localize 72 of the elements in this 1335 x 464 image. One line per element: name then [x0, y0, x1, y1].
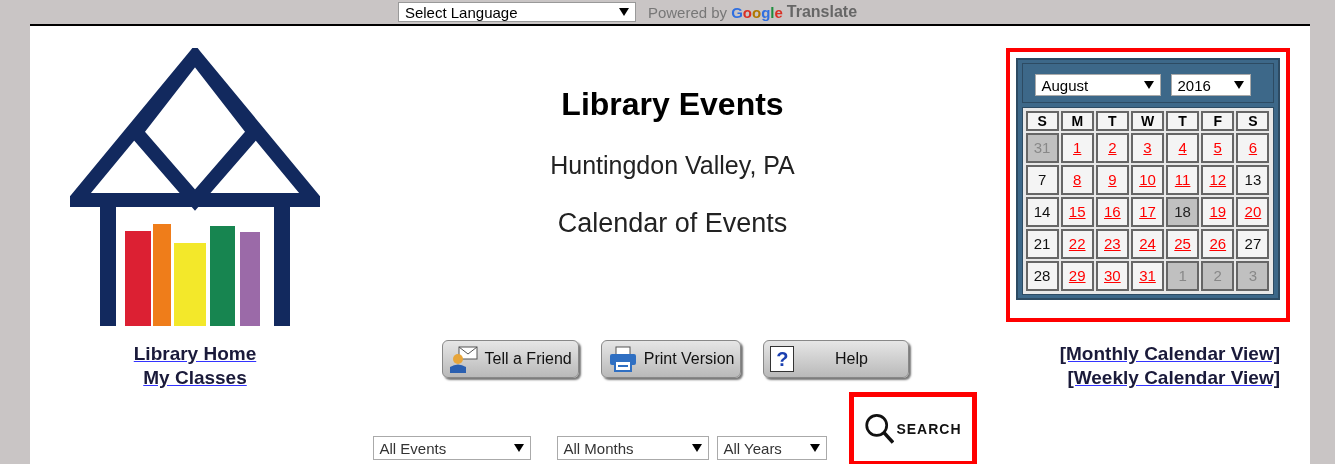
calendar-view-link[interactable]: [Weekly Calendar View]: [1067, 366, 1280, 390]
calendar-day: 3: [1236, 261, 1270, 291]
calendar-day-link[interactable]: 9: [1095, 165, 1129, 195]
page-title: Library Events: [561, 86, 784, 123]
calendar-day: 27: [1236, 229, 1270, 259]
search-button[interactable]: SEARCH: [848, 392, 977, 464]
help-button[interactable]: ? Help: [763, 340, 910, 378]
email-button[interactable]: Tell a Friend: [441, 340, 579, 378]
calendar-day-link[interactable]: 5: [1201, 133, 1235, 163]
calendar-day-link[interactable]: 12: [1201, 165, 1235, 195]
calendar-day: 1: [1166, 261, 1200, 291]
calendar-day-link[interactable]: 2: [1095, 133, 1129, 163]
brand-name: Google: [731, 3, 783, 21]
calendar-day-link[interactable]: 16: [1095, 197, 1129, 227]
filter-select[interactable]: All Events: [372, 436, 531, 460]
powered-by-text: Powered by: [647, 3, 728, 21]
weekday-header: S: [1025, 111, 1059, 131]
calendar-day: 14: [1025, 197, 1059, 227]
calendar-day: 21: [1025, 229, 1059, 259]
dropdown-caret-icon: [513, 444, 524, 452]
calendar-day-link[interactable]: 19: [1201, 197, 1235, 227]
calendar-day-link[interactable]: 23: [1095, 229, 1129, 259]
year-select[interactable]: 2016: [1170, 74, 1251, 96]
calendar-day-link[interactable]: 24: [1130, 229, 1165, 259]
month-select[interactable]: August: [1034, 74, 1161, 96]
help-icon: ?: [770, 346, 795, 372]
calendar-day: 18: [1166, 197, 1200, 227]
dropdown-caret-icon: [1233, 81, 1244, 89]
calendar-day: 13: [1236, 165, 1270, 195]
printer-icon: [607, 345, 638, 373]
nav-link[interactable]: My Classes: [143, 366, 247, 390]
calendar-day-link[interactable]: 1: [1060, 133, 1094, 163]
envelope-person-icon: [448, 345, 479, 373]
dropdown-caret-icon: [618, 8, 629, 16]
weekday-header: F: [1201, 111, 1235, 131]
calendar-day-link[interactable]: 11: [1166, 165, 1200, 195]
weekday-header: W: [1130, 111, 1165, 131]
page-subtitle: Calendar of Events: [557, 208, 788, 239]
calendar-day-link[interactable]: 25: [1166, 229, 1200, 259]
filter-select[interactable]: All Months: [556, 436, 709, 460]
calendar-view-link[interactable]: [Monthly Calendar View]: [1059, 342, 1280, 366]
translate-text: Translate: [786, 3, 858, 21]
location-text: Huntingdon Valley, PA: [550, 151, 795, 180]
calendar-day: 2: [1201, 261, 1235, 291]
calendar-day-link[interactable]: 10: [1130, 165, 1165, 195]
calendar-day-link[interactable]: 8: [1060, 165, 1094, 195]
weekday-header: M: [1060, 111, 1094, 131]
calendar-day: 31: [1025, 133, 1059, 163]
weekday-header: T: [1166, 111, 1200, 131]
filter-select[interactable]: All Years: [716, 436, 827, 460]
calendar-day: 7: [1025, 165, 1059, 195]
search-icon: [863, 411, 895, 447]
dropdown-caret-icon: [1143, 81, 1154, 89]
calendar-day-link[interactable]: 22: [1060, 229, 1094, 259]
print-button[interactable]: Print Version: [600, 340, 742, 378]
weekday-header: S: [1236, 111, 1270, 131]
weekday-header: T: [1095, 111, 1129, 131]
dropdown-caret-icon: [691, 444, 702, 452]
nav-link[interactable]: Library Home: [133, 342, 257, 366]
calendar-day-link[interactable]: 4: [1166, 133, 1200, 163]
calendar-day-link[interactable]: 20: [1236, 197, 1270, 227]
calendar-day-link[interactable]: 15: [1060, 197, 1094, 227]
language-select[interactable]: Select Language: [397, 2, 636, 22]
calendar-day-link[interactable]: 30: [1095, 261, 1129, 291]
calendar-day-link[interactable]: 3: [1130, 133, 1165, 163]
calendar-day-link[interactable]: 29: [1060, 261, 1094, 291]
calendar-day-link[interactable]: 17: [1130, 197, 1165, 227]
calendar-day-link[interactable]: 26: [1201, 229, 1235, 259]
calendar-day-link[interactable]: 6: [1236, 133, 1270, 163]
calendar-day: 28: [1025, 261, 1059, 291]
calendar-day-link[interactable]: 31: [1130, 261, 1165, 291]
dropdown-caret-icon: [809, 444, 820, 452]
